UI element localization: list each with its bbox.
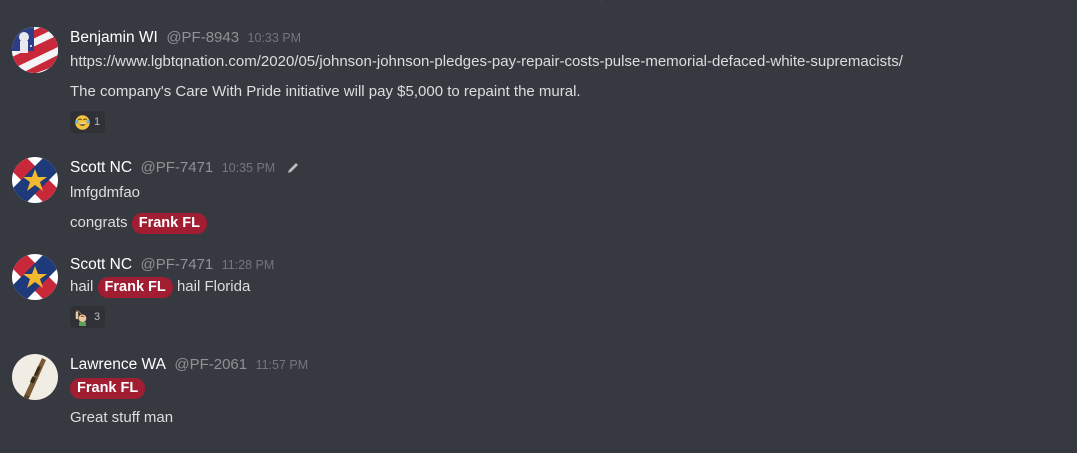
username[interactable]: Lawrence WA <box>70 356 166 373</box>
user-mention[interactable]: Frank FL <box>97 277 173 298</box>
rifle-avatar-icon <box>12 354 58 400</box>
timestamp: 10:33 PM <box>247 31 302 45</box>
scrolled-off-content: · <box>600 0 650 4</box>
reaction-button[interactable]: 1 <box>70 111 106 133</box>
message-text: congrats Frank FL <box>70 213 1067 234</box>
reaction-count: 3 <box>94 311 101 323</box>
message-link[interactable]: https://www.lgbtqnation.com/2020/05/john… <box>70 52 1067 72</box>
joy-emoji-icon <box>75 114 90 130</box>
timestamp: 10:35 PM <box>221 161 276 175</box>
username[interactable]: Scott NC <box>70 256 132 273</box>
user-mention[interactable]: Frank FL <box>131 213 207 234</box>
message-text: lmfgdmfao <box>70 184 141 201</box>
message-text: The company's Care With Pride initiative… <box>70 83 581 100</box>
user-handle: @PF-8943 <box>166 29 240 46</box>
user-handle: @PF-7471 <box>140 159 214 176</box>
flag-avatar-icon <box>12 27 58 73</box>
message-text-prefix: hail <box>70 278 94 295</box>
avatar[interactable] <box>12 27 58 73</box>
user-handle: @PF-2061 <box>174 356 248 373</box>
user-handle: @PF-7471 <box>140 256 214 273</box>
avatar[interactable] <box>12 157 58 203</box>
message-text: hail Frank FL hail Florida <box>70 277 1067 298</box>
flag-avatar-icon <box>12 254 58 300</box>
message-text-prefix: congrats <box>70 214 128 231</box>
avatar[interactable] <box>12 354 58 400</box>
chat-messages: · Benjamin WI @PF-8943 10:33 PM <box>0 0 1077 453</box>
message-text: Great stuff man <box>70 409 174 426</box>
user-mention[interactable]: Frank FL <box>70 378 146 399</box>
message-mention-line: Frank FL <box>70 378 1067 399</box>
raised-hand-emoji-icon <box>75 309 87 326</box>
timestamp: 11:28 PM <box>221 258 275 272</box>
reaction-count: 1 <box>94 116 101 128</box>
flag-avatar-icon <box>12 157 58 203</box>
username[interactable]: Scott NC <box>70 159 132 176</box>
pencil-icon <box>287 162 298 173</box>
username[interactable]: Benjamin WI <box>70 29 158 46</box>
message-text-suffix: hail Florida <box>176 278 251 295</box>
timestamp: 11:57 PM <box>255 358 309 372</box>
reaction-button[interactable]: 3 <box>70 306 106 328</box>
avatar[interactable] <box>12 254 58 300</box>
